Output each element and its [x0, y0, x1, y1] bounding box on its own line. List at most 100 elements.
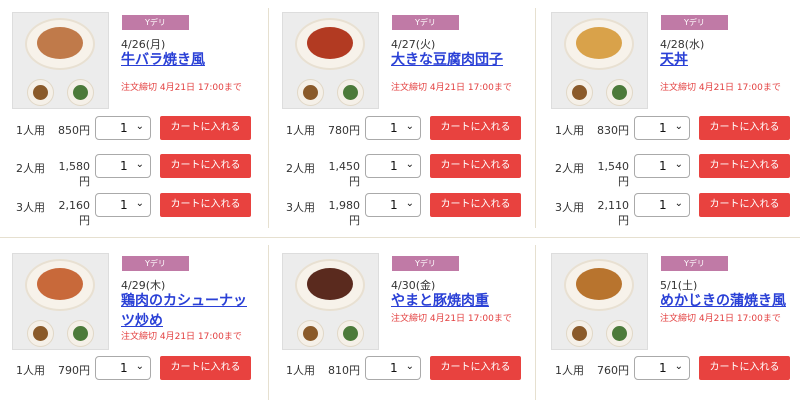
- category-tag: Yデリ: [661, 256, 728, 271]
- order-deadline: 注文締切 4月21日 17:00まで: [660, 83, 781, 93]
- add-to-cart-button[interactable]: カートに入れる: [430, 154, 521, 178]
- main-dish-food: [37, 268, 83, 300]
- chevron-down-icon: ⌄: [674, 198, 683, 209]
- side-dish-1: [27, 320, 54, 347]
- chevron-down-icon: ⌄: [674, 361, 683, 372]
- serving-label: 2人用: [555, 162, 584, 175]
- price: 790円: [58, 364, 90, 377]
- option-row: 1人用 830円 1 ⌄ カートに入れる: [539, 116, 790, 140]
- chevron-down-icon: ⌄: [405, 361, 414, 372]
- order-deadline: 注文締切 4月21日 17:00まで: [391, 83, 512, 93]
- main-dish-food: [307, 27, 353, 59]
- menu-title-link[interactable]: 天丼: [660, 50, 794, 70]
- food-photo[interactable]: [282, 12, 379, 109]
- category-tag: Yデリ: [122, 256, 189, 271]
- quantity-value: 1: [120, 361, 128, 375]
- quantity-select[interactable]: 1 ⌄: [95, 154, 151, 178]
- food-photo[interactable]: [551, 253, 648, 350]
- quantity-select[interactable]: 1 ⌄: [365, 154, 421, 178]
- menu-title-link[interactable]: 鶏肉のカシューナッツ炒め: [121, 291, 255, 331]
- quantity-value: 1: [390, 361, 398, 375]
- side-dish-1: [27, 79, 54, 106]
- serving-label: 3人用: [286, 201, 315, 214]
- row-divider: [0, 237, 800, 238]
- option-row: 1人用 810円 1 ⌄ カートに入れる: [270, 356, 521, 380]
- add-to-cart-button[interactable]: カートに入れる: [430, 116, 521, 140]
- price: 1,540円: [597, 160, 630, 188]
- price: 780円: [328, 124, 360, 137]
- order-deadline: 注文締切 4月21日 17:00まで: [121, 332, 242, 342]
- quantity-select[interactable]: 1 ⌄: [365, 193, 421, 217]
- food-photo[interactable]: [282, 253, 379, 350]
- quantity-select[interactable]: 1 ⌄: [95, 356, 151, 380]
- price: 1,580円: [58, 160, 91, 188]
- quantity-value: 1: [659, 121, 667, 135]
- menu-title-link[interactable]: めかじきの蒲焼き風: [660, 291, 794, 311]
- price: 2,110円: [597, 199, 630, 227]
- add-to-cart-button[interactable]: カートに入れる: [699, 356, 790, 380]
- add-to-cart-button[interactable]: カートに入れる: [430, 356, 521, 380]
- column-divider: [268, 245, 269, 400]
- add-to-cart-button[interactable]: カートに入れる: [160, 193, 251, 217]
- main-dish-food: [576, 268, 622, 300]
- chevron-down-icon: ⌄: [674, 121, 683, 132]
- quantity-value: 1: [390, 121, 398, 135]
- quantity-value: 1: [390, 198, 398, 212]
- category-tag: Yデリ: [122, 15, 189, 30]
- menu-title-link[interactable]: 大きな豆腐肉団子: [391, 50, 525, 70]
- quantity-value: 1: [659, 198, 667, 212]
- quantity-select[interactable]: 1 ⌄: [95, 116, 151, 140]
- add-to-cart-button[interactable]: カートに入れる: [699, 193, 790, 217]
- chevron-down-icon: ⌄: [405, 198, 414, 209]
- column-divider: [535, 245, 536, 400]
- main-dish-food: [576, 27, 622, 59]
- serving-label: 1人用: [16, 364, 45, 377]
- option-row: 3人用 2,110円 1 ⌄ カートに入れる: [539, 193, 790, 227]
- price: 1,980円: [328, 199, 361, 227]
- quantity-select[interactable]: 1 ⌄: [365, 356, 421, 380]
- chevron-down-icon: ⌄: [405, 159, 414, 170]
- chevron-down-icon: ⌄: [135, 159, 144, 170]
- add-to-cart-button[interactable]: カートに入れる: [160, 154, 251, 178]
- food-photo[interactable]: [12, 12, 109, 109]
- quantity-select[interactable]: 1 ⌄: [95, 193, 151, 217]
- serving-label: 1人用: [286, 124, 315, 137]
- quantity-value: 1: [120, 159, 128, 173]
- option-row: 2人用 1,540円 1 ⌄ カートに入れる: [539, 154, 790, 188]
- chevron-down-icon: ⌄: [405, 121, 414, 132]
- serving-label: 1人用: [555, 124, 584, 137]
- quantity-select[interactable]: 1 ⌄: [634, 193, 690, 217]
- menu-grid: Yデリ 4/26(月) 牛バラ焼き風 注文締切 4月21日 17:00まで 1人…: [0, 0, 800, 400]
- menu-title-link[interactable]: やまと豚焼肉重: [391, 291, 525, 311]
- chevron-down-icon: ⌄: [135, 361, 144, 372]
- add-to-cart-button[interactable]: カートに入れる: [699, 116, 790, 140]
- chevron-down-icon: ⌄: [674, 159, 683, 170]
- quantity-select[interactable]: 1 ⌄: [634, 356, 690, 380]
- menu-title-link[interactable]: 牛バラ焼き風: [121, 50, 255, 70]
- option-row: 2人用 1,580円 1 ⌄ カートに入れる: [0, 154, 251, 188]
- price: 830円: [597, 124, 629, 137]
- add-to-cart-button[interactable]: カートに入れる: [160, 356, 251, 380]
- food-photo[interactable]: [551, 12, 648, 109]
- quantity-value: 1: [659, 159, 667, 173]
- quantity-select[interactable]: 1 ⌄: [634, 116, 690, 140]
- option-row: 1人用 850円 1 ⌄ カートに入れる: [0, 116, 251, 140]
- serving-label: 1人用: [286, 364, 315, 377]
- chevron-down-icon: ⌄: [135, 121, 144, 132]
- chevron-down-icon: ⌄: [135, 198, 144, 209]
- side-dish-2: [67, 79, 94, 106]
- category-tag: Yデリ: [392, 15, 459, 30]
- add-to-cart-button[interactable]: カートに入れる: [430, 193, 521, 217]
- quantity-value: 1: [659, 361, 667, 375]
- column-divider: [268, 8, 269, 228]
- serving-label: 2人用: [16, 162, 45, 175]
- add-to-cart-button[interactable]: カートに入れる: [160, 116, 251, 140]
- order-deadline: 注文締切 4月21日 17:00まで: [391, 314, 512, 324]
- side-dish-2: [337, 320, 364, 347]
- option-row: 3人用 1,980円 1 ⌄ カートに入れる: [270, 193, 521, 227]
- quantity-select[interactable]: 1 ⌄: [365, 116, 421, 140]
- add-to-cart-button[interactable]: カートに入れる: [699, 154, 790, 178]
- option-row: 1人用 790円 1 ⌄ カートに入れる: [0, 356, 251, 380]
- food-photo[interactable]: [12, 253, 109, 350]
- quantity-select[interactable]: 1 ⌄: [634, 154, 690, 178]
